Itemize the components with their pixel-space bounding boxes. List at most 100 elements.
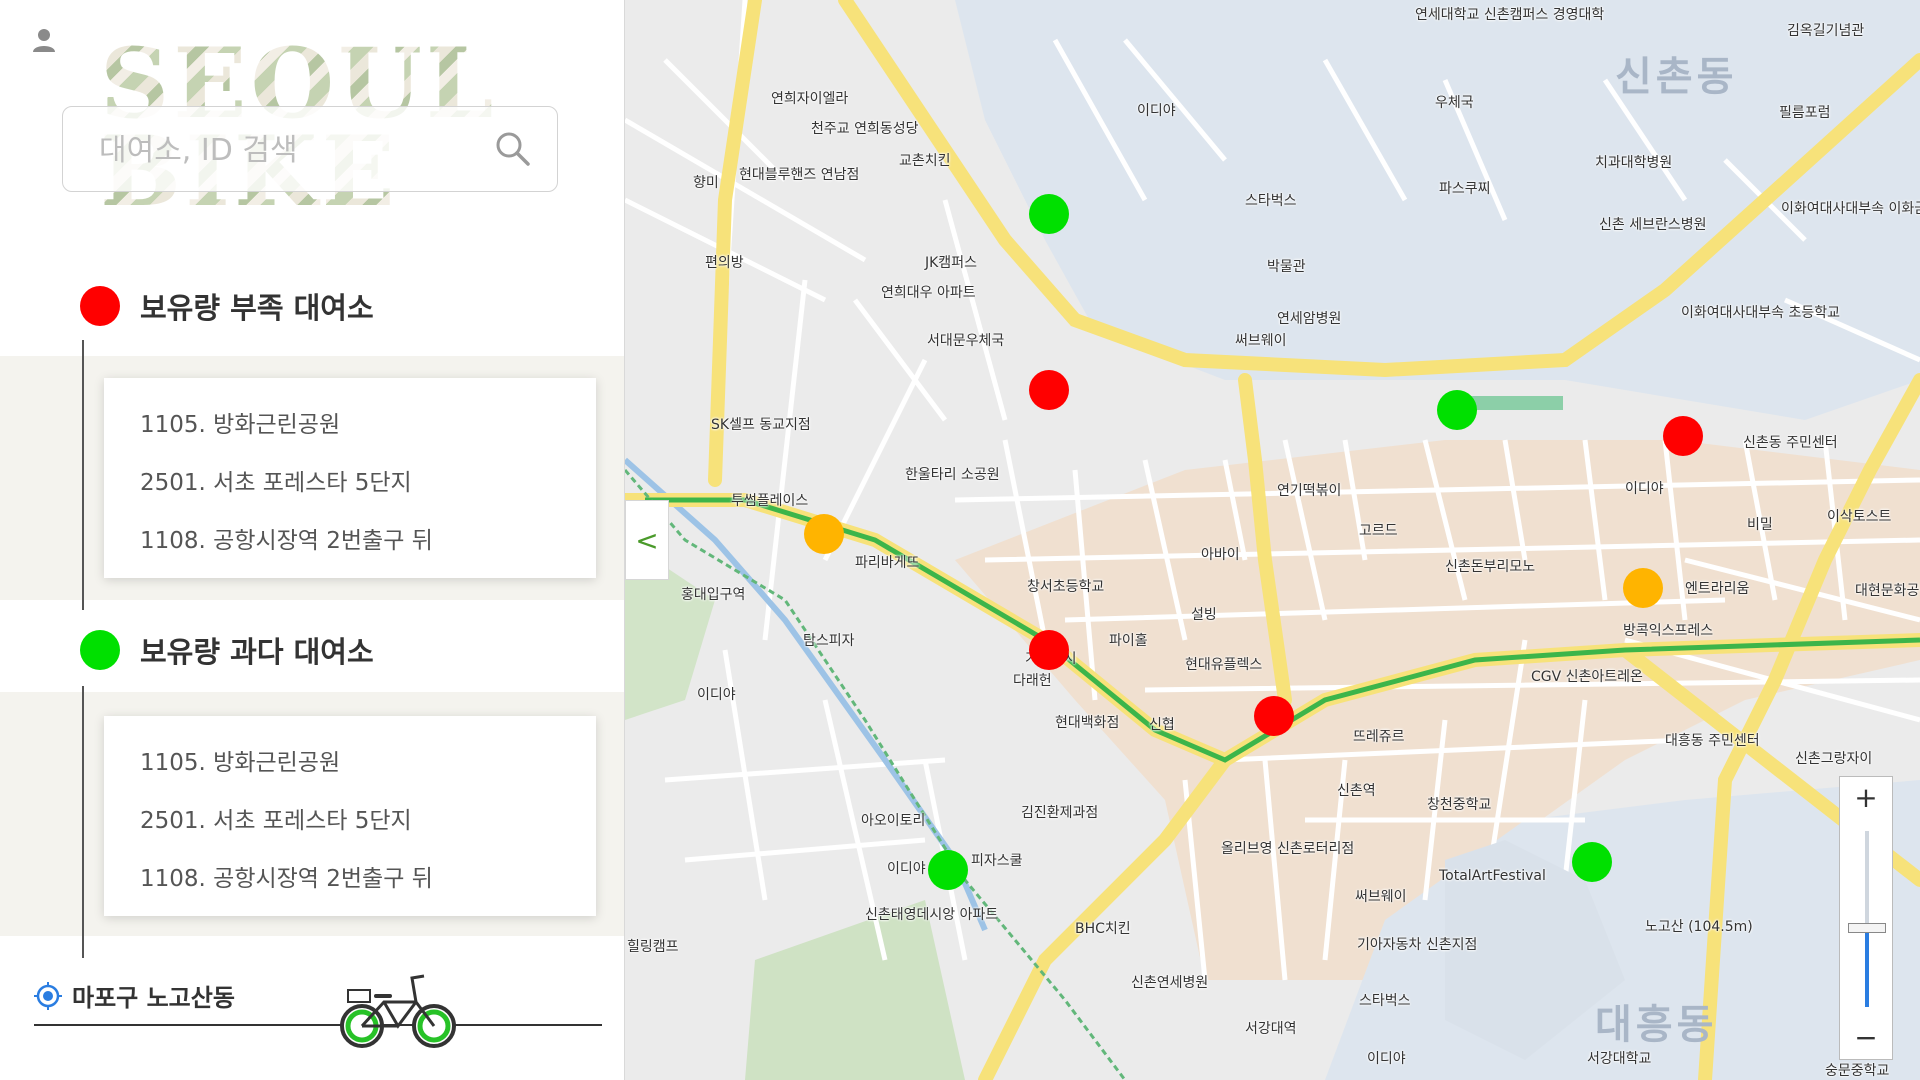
surplus-dot-icon [80, 630, 120, 670]
shortage-section-label: 보유량 부족 대여소 [140, 291, 374, 325]
list-item[interactable]: 1105. 방화근린공원 [104, 396, 596, 454]
map-poi-label: 창천중학교 [1427, 797, 1492, 813]
map-poi-label: 파이홀 [1109, 633, 1148, 649]
station-marker-shortage[interactable] [1029, 630, 1069, 670]
timeline-line [82, 692, 84, 958]
station-marker-warning[interactable] [804, 514, 844, 554]
station-marker-surplus[interactable] [1029, 194, 1069, 234]
map-poi-label: 이디야 [1367, 1051, 1406, 1067]
map-poi-label: 김옥길기념관 [1787, 23, 1865, 39]
map-poi-label: 스타벅스 [1359, 993, 1411, 1009]
map-poi-label: SK셀프 동교지점 [711, 417, 811, 433]
search-box [62, 106, 558, 192]
map-poi-label: 뜨레쥬르 [1353, 729, 1405, 745]
map-poi-label: 이디야 [887, 861, 926, 877]
map-poi-label: 연세대학교 신촌캠퍼스 경영대학 [1415, 7, 1605, 23]
ground-line [34, 1024, 602, 1026]
user-icon[interactable] [30, 26, 58, 54]
location-label: 마포구 노고산동 [72, 984, 235, 1012]
search-input[interactable] [97, 125, 481, 175]
map-poi-label: 서대문우체국 [927, 333, 1005, 349]
chevron-left-icon: < [635, 523, 659, 557]
map-poi-label: TotalArtFestival [1439, 868, 1546, 884]
map-poi-label: 이디야 [697, 687, 736, 703]
map-poi-label: 써브웨이 [1235, 333, 1287, 349]
map-poi-label: 신촌돈부리모노 [1445, 559, 1536, 575]
station-marker-shortage[interactable] [1663, 416, 1703, 456]
district-label: 신촌동 [1615, 54, 1738, 100]
map-poi-label: 연기떡볶이 [1277, 483, 1342, 499]
map-poi-label: 창서초등학교 [1027, 579, 1105, 595]
zoom-control: + − [1839, 776, 1893, 1060]
map-poi-label: 아바이 [1201, 547, 1240, 563]
map-poi-label: 방콕익스프레스 [1623, 623, 1714, 639]
map-poi-label: 서강대역 [1245, 1021, 1297, 1037]
map-poi-label: 숭문중학교 [1825, 1063, 1890, 1079]
sidebar: SEOULBIKE 보유량 부족 대여소 1105. 방화근린공원 2501. … [0, 0, 625, 1080]
zoom-slider-handle[interactable] [1848, 922, 1886, 933]
map-poi-label: 현대백화점 [1055, 715, 1120, 731]
map-poi-label: JK캠퍼스 [925, 255, 977, 271]
map-poi-label: 힐링캠프 [627, 939, 679, 955]
map-poi-label: CGV 신촌아트레온 [1531, 669, 1643, 685]
map-poi-label: 신촌태영데시앙 아파트 [865, 907, 999, 923]
map-poi-label: 올리브영 신촌로터리점 [1221, 841, 1355, 857]
map-poi-label: 노고산 (104.5m) [1645, 919, 1753, 935]
station-marker-shortage[interactable] [1029, 370, 1069, 410]
map-poi-label: 신촌그랑자이 [1795, 751, 1873, 767]
map-view[interactable]: 신촌동 대흥동 연세대학교 신촌캠퍼스 경영대학 김옥길기념관 이디야 우체국 … [625, 0, 1920, 1080]
map-poi-label: 파리바게뜨 [855, 555, 920, 571]
map-poi-label: 써브웨이 [1355, 889, 1407, 905]
shortage-station-list: 1105. 방화근린공원 2501. 서초 포레스타 5단지 1108. 공항시… [104, 378, 596, 578]
map-poi-label: 엔트라리움 [1685, 581, 1750, 597]
surplus-section-title: 보유량 과다 대여소 [80, 628, 374, 672]
map-poi-label: 신협 [1149, 717, 1175, 733]
map-poi-label: 천주교 연희동성당 [811, 121, 919, 137]
map-poi-label: 대흥동 주민센터 [1665, 733, 1760, 749]
map-poi-label: 우체국 [1435, 95, 1474, 111]
list-item[interactable]: 2501. 서초 포레스타 5단지 [104, 792, 596, 850]
map-poi-label: 연희대우 아파트 [881, 285, 976, 301]
map-poi-label: 신촌 세브란스병원 [1599, 217, 1707, 233]
shortage-section-title: 보유량 부족 대여소 [80, 284, 374, 328]
map-poi-label: 이삭토스트 [1827, 509, 1892, 525]
surplus-station-list: 1105. 방화근린공원 2501. 서초 포레스타 5단지 1108. 공항시… [104, 716, 596, 916]
map-poi-label: 향미 [693, 175, 719, 191]
map-poi-label: BHC치킨 [1075, 921, 1131, 937]
timeline-line [82, 356, 84, 600]
map-poi-label: 치과대학병원 [1595, 155, 1673, 171]
location-target-icon [34, 981, 62, 1010]
zoom-in-button[interactable]: + [1840, 777, 1892, 819]
map-poi-label: 탐스피자 [803, 633, 855, 649]
surplus-section-label: 보유량 과다 대여소 [140, 635, 374, 669]
map-poi-label: 신촌역 [1337, 783, 1376, 799]
collapse-sidebar-button[interactable]: < [625, 500, 669, 580]
station-marker-warning[interactable] [1623, 568, 1663, 608]
list-item[interactable]: 2501. 서초 포레스타 5단지 [104, 454, 596, 512]
map-poi-label: 투썸플레이스 [731, 493, 809, 509]
list-item[interactable]: 1108. 공항시장역 2번출구 뒤 [104, 512, 596, 570]
map-poi-label: 기아자동차 신촌지점 [1357, 937, 1478, 953]
map-poi-label: 다래헌 [1013, 673, 1052, 689]
station-marker-shortage[interactable] [1254, 696, 1294, 736]
list-item[interactable]: 1108. 공항시장역 2번출구 뒤 [104, 850, 596, 908]
map-poi-label: 김진환제과점 [1021, 805, 1099, 821]
search-icon[interactable] [493, 129, 533, 169]
map-poi-label: 이화여대사대부속 이화금란중학교 [1781, 201, 1920, 217]
map-poi-label: 현대블루핸즈 연남점 [739, 167, 860, 183]
map-poi-label: 이디야 [1137, 103, 1176, 119]
station-marker-surplus[interactable] [928, 850, 968, 890]
map-poi-label: 필름포럼 [1779, 105, 1831, 121]
map-poi-label: 피자스쿨 [971, 853, 1023, 869]
list-item[interactable]: 1105. 방화근린공원 [104, 734, 596, 792]
map-poi-label: 박물관 [1267, 259, 1306, 275]
station-marker-surplus[interactable] [1437, 390, 1477, 430]
station-marker-surplus[interactable] [1572, 842, 1612, 882]
zoom-out-button[interactable]: − [1840, 1017, 1892, 1059]
current-location[interactable]: 마포구 노고산동 [34, 978, 235, 1013]
map-poi-label: 편의방 [705, 255, 744, 271]
map-poi-label: 현대유플렉스 [1185, 657, 1263, 673]
map-poi-label: 이화여대사대부속 초등학교 [1681, 305, 1841, 321]
map-poi-label: 이디야 [1625, 481, 1664, 497]
map-poi-label: 아오이토리 [861, 813, 926, 829]
